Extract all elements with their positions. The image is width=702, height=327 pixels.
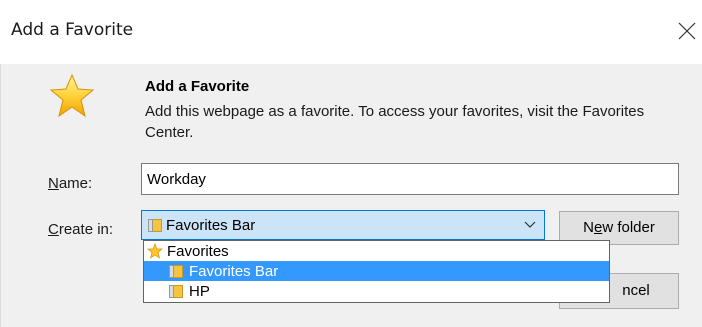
- add-favorite-dialog: Add a Favorite Add a Favorite Add this w…: [0, 0, 702, 327]
- dropdown-item-hp[interactable]: HP: [144, 281, 609, 301]
- star-icon: [147, 243, 163, 259]
- dropdown-item-favorites[interactable]: Favorites: [144, 241, 609, 261]
- dialog-description: Add this webpage as a favorite. To acces…: [145, 103, 645, 141]
- folder-icon: [169, 285, 183, 298]
- dropdown-item-favorites-bar[interactable]: Favorites Bar: [144, 261, 609, 281]
- create-in-dropdown-list: Favorites Favorites Bar HP: [143, 240, 610, 303]
- dialog-heading: Add a Favorite: [145, 78, 250, 95]
- close-icon: [678, 22, 696, 40]
- chevron-down-icon: [524, 221, 536, 228]
- title-bar: Add a Favorite: [0, 0, 702, 64]
- close-button[interactable]: [676, 20, 698, 42]
- create-in-value: Favorites Bar: [166, 217, 256, 234]
- name-label: Name:: [48, 175, 93, 192]
- name-field[interactable]: [141, 163, 679, 195]
- dialog-title: Add a Favorite: [11, 20, 134, 40]
- star-icon: [49, 73, 95, 118]
- create-in-select[interactable]: Favorites Bar: [141, 210, 545, 240]
- folder-icon: [169, 265, 183, 278]
- create-in-label: Create in:: [48, 221, 114, 238]
- folder-icon: [148, 219, 162, 232]
